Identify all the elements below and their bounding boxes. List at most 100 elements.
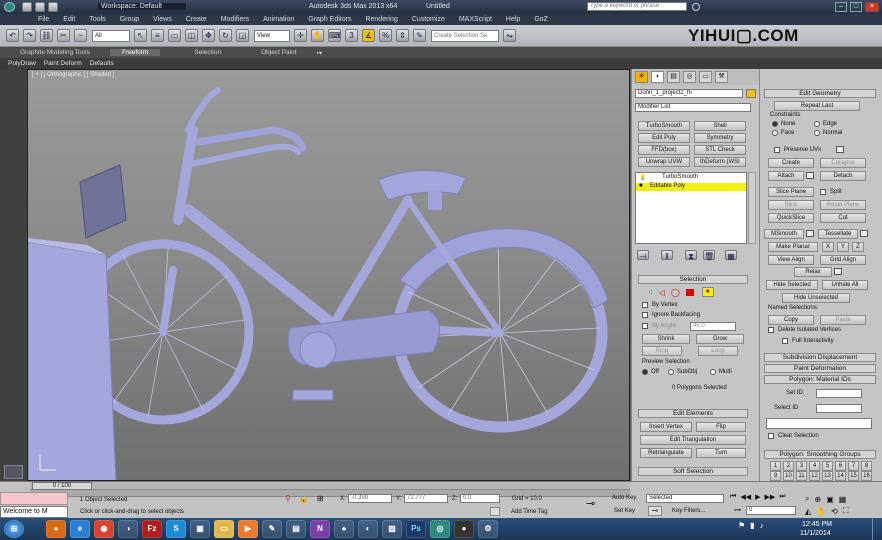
create-button[interactable]: Create: [768, 158, 814, 168]
filezilla-icon[interactable]: Fz: [142, 520, 162, 538]
search-input[interactable]: Type a keyword or phrase: [587, 2, 687, 11]
open-icon[interactable]: [35, 2, 45, 12]
edit-elements-rollout-header[interactable]: Edit Elements: [638, 409, 748, 418]
add-time-tag-label[interactable]: Add Time Tag: [511, 509, 548, 515]
by-angle-checkbox[interactable]: [642, 323, 648, 329]
sg-button[interactable]: 13: [822, 471, 833, 481]
display-tab-icon[interactable]: ▭: [699, 71, 712, 83]
onenote-icon[interactable]: N: [310, 520, 330, 538]
sg-button[interactable]: 2: [783, 461, 794, 471]
paint-deformation-header[interactable]: Paint Deformation: [764, 364, 876, 373]
maxscript-mini-listener[interactable]: Welcome to M: [0, 506, 68, 518]
utilities-tab-icon[interactable]: ⚒: [715, 71, 728, 83]
photoshop-icon[interactable]: Ps: [406, 520, 426, 538]
bike-frame[interactable]: [159, 87, 504, 337]
edit-named-selection-icon[interactable]: ✎: [413, 29, 426, 42]
pedal[interactable]: [292, 389, 334, 401]
menu-rendering[interactable]: Rendering: [365, 16, 397, 23]
redo-icon[interactable]: ↷: [23, 29, 36, 42]
paint-icon[interactable]: ✎: [262, 520, 282, 538]
loop-button[interactable]: Loop: [698, 346, 738, 356]
sg-button[interactable]: 5: [822, 461, 833, 471]
reference-coordinate-select[interactable]: View: [254, 29, 290, 42]
modify-tab-icon[interactable]: ◗: [651, 71, 664, 83]
new-icon[interactable]: [22, 2, 32, 12]
preview-multi-radio[interactable]: [710, 369, 716, 375]
edge-icon[interactable]: ◁: [659, 288, 665, 297]
bicycle-model[interactable]: [28, 70, 630, 481]
unhide-all-button[interactable]: Unhide All: [822, 280, 868, 290]
x-coordinate-field[interactable]: -0.399: [348, 494, 392, 503]
mirror-icon[interactable]: ⇋: [503, 29, 516, 42]
sg-button[interactable]: 4: [809, 461, 820, 471]
bike-seat[interactable]: [377, 170, 467, 201]
symmetry-button[interactable]: Symmetry: [694, 133, 746, 143]
panel-polydraw[interactable]: PolyDraw: [8, 60, 36, 67]
material-ids-header[interactable]: Polygon: Material IDs: [764, 375, 876, 384]
panel-paint-deform[interactable]: Paint Deform: [44, 60, 82, 67]
detach-button[interactable]: Detach: [820, 171, 866, 181]
menu-maxscript[interactable]: MAXScript: [459, 16, 492, 23]
firefox-icon[interactable]: ●: [46, 520, 66, 538]
subdivision-displacement-header[interactable]: Subdivision Displacement: [764, 353, 876, 362]
configure-modifier-sets-icon[interactable]: ▦: [725, 250, 737, 261]
planar-x-button[interactable]: X: [822, 242, 834, 252]
angle-snap-icon[interactable]: ∡: [362, 29, 375, 42]
shell-button[interactable]: Shell: [694, 121, 746, 131]
menu-group[interactable]: Group: [120, 16, 139, 23]
object-name-input[interactable]: Dunn_1_project2_hi: [635, 89, 743, 98]
y-coordinate-field[interactable]: 72.777: [404, 494, 448, 503]
sg-button[interactable]: 7: [848, 461, 859, 471]
ie-icon[interactable]: e: [70, 520, 90, 538]
clock-time[interactable]: 12:45 PM: [802, 521, 832, 528]
stack-item-turbosmooth[interactable]: 💡 TurboSmooth: [636, 174, 746, 182]
pin-stack-icon[interactable]: ⊣: [637, 250, 649, 261]
select-by-name-icon[interactable]: ≡: [151, 29, 164, 42]
msmooth-settings-icon[interactable]: [806, 230, 814, 237]
sg-button[interactable]: 11: [796, 471, 807, 481]
search-icon[interactable]: [692, 3, 700, 11]
select-scale-icon[interactable]: ◲: [236, 29, 249, 42]
hide-unselected-button[interactable]: Hide Unselected: [782, 293, 850, 303]
scene-explorer-icon[interactable]: [4, 465, 23, 479]
edit-triangulation-button[interactable]: Edit Triangulation: [640, 435, 746, 445]
set-id-spinner[interactable]: [816, 389, 862, 398]
slice-button[interactable]: Slice: [768, 200, 814, 210]
soft-selection-rollout-header[interactable]: Soft Selection: [638, 467, 748, 476]
go-to-end-icon[interactable]: ⏭: [779, 493, 785, 501]
maximize-viewport-icon[interactable]: ⛶: [843, 506, 849, 516]
grid-align-button[interactable]: Grid Align: [820, 255, 866, 265]
undo-icon[interactable]: ↶: [6, 29, 19, 42]
paste-button[interactable]: Paste: [820, 315, 866, 325]
zoom-extents-icon[interactable]: ▣: [826, 495, 834, 504]
sg-button[interactable]: 1: [770, 461, 781, 471]
hide-selected-button[interactable]: Hide Selected: [766, 280, 818, 290]
sg-button[interactable]: 12: [809, 471, 820, 481]
constraint-face-radio[interactable]: [772, 130, 778, 136]
media-player-icon[interactable]: ▶: [238, 520, 258, 538]
seat-post[interactable]: [428, 190, 442, 210]
media-icon[interactable]: ◑: [118, 520, 138, 538]
border-icon[interactable]: ◯: [671, 288, 680, 297]
relax-button[interactable]: Relax: [794, 267, 832, 277]
constraint-edge-radio[interactable]: [814, 121, 820, 127]
ignore-backfacing-checkbox[interactable]: [642, 312, 648, 318]
link-icon[interactable]: ⛓: [40, 29, 53, 42]
keyboard-shortcut-icon[interactable]: ⌨: [328, 29, 341, 42]
crank[interactable]: [299, 331, 337, 369]
material-name-select[interactable]: [766, 418, 872, 429]
hierarchy-tab-icon[interactable]: ▤: [667, 71, 680, 83]
delete-isolated-checkbox[interactable]: [768, 327, 774, 333]
maximize-icon[interactable]: □: [850, 2, 862, 12]
film-icon[interactable]: ▣: [190, 520, 210, 538]
edit-poly-button[interactable]: Edit Poly: [638, 133, 690, 143]
menu-goz[interactable]: GoZ: [534, 16, 548, 23]
explorer-icon[interactable]: ▭: [214, 520, 234, 538]
add-time-tag-icon[interactable]: [490, 507, 500, 516]
sg-button[interactable]: 8: [861, 461, 872, 471]
current-frame-field[interactable]: 0: [746, 506, 796, 515]
preserve-uvs-settings-icon[interactable]: [836, 146, 844, 153]
menu-help[interactable]: Help: [506, 16, 520, 23]
sg-button[interactable]: 9: [770, 471, 781, 481]
key-mode-toggle-icon[interactable]: ⊶: [734, 506, 741, 514]
